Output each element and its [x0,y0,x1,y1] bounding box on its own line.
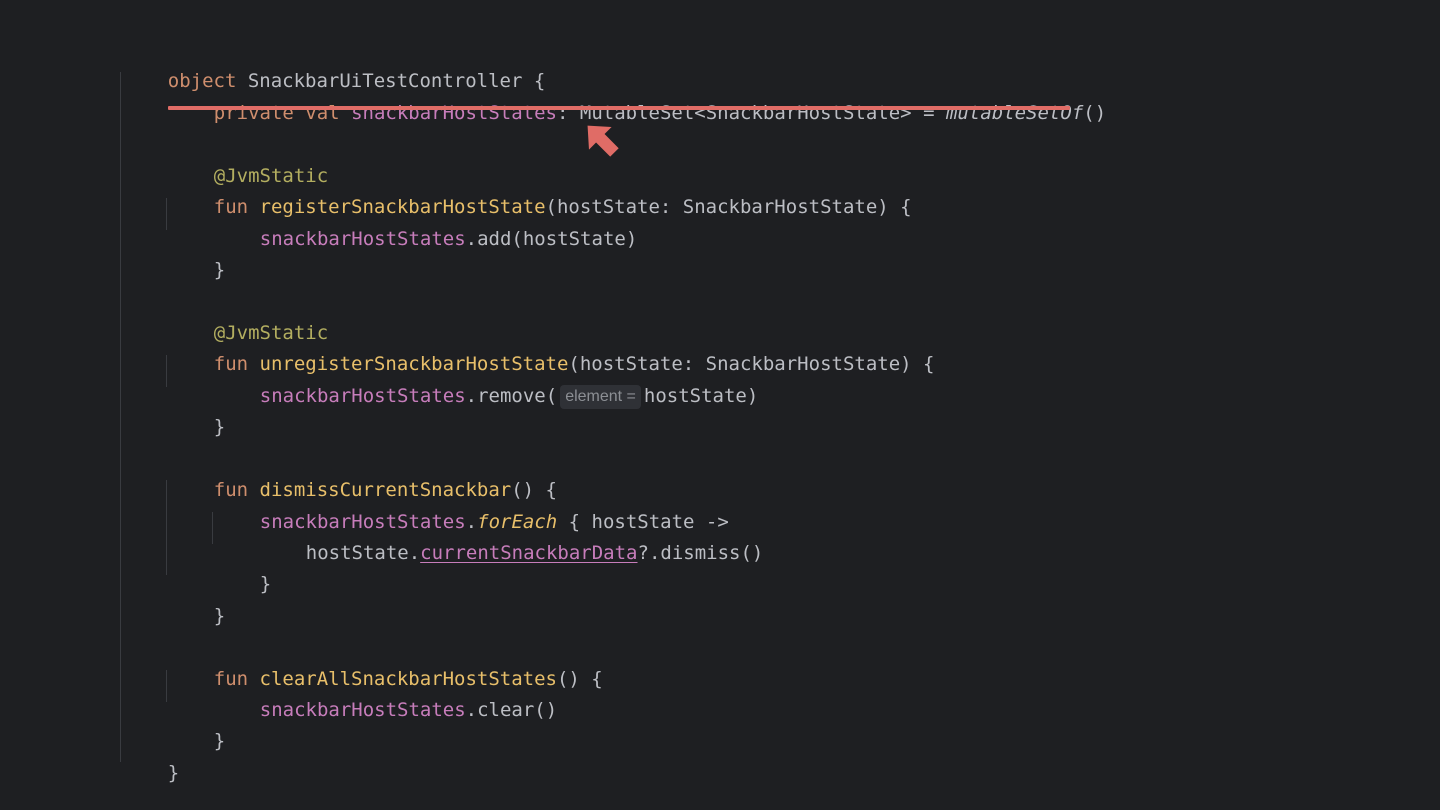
code-line-13: hostState.currentSnackbarData?.dismiss() [260,514,764,564]
code-line-3: @JvmStatic [168,137,328,187]
indent-guide [166,198,167,230]
parens: () [1083,102,1107,124]
call: ?.dismiss() [637,542,764,564]
code-line-11: fun dismissCurrentSnackbar() { [168,451,557,501]
argument: hostState) [643,385,759,407]
indent-guide [212,512,213,544]
property-name: snackbarHostStates [259,385,466,407]
code-editor[interactable]: object SnackbarUiTestController { privat… [0,0,1440,810]
code-line-7: @JvmStatic [168,294,328,344]
code-line-8: fun unregisterSnackbarHostState(hostStat… [168,325,935,375]
arrow-pointer-icon [587,125,619,157]
property-link[interactable]: currentSnackbarData [420,542,637,564]
brace: } [213,605,226,627]
brace: } [259,573,272,595]
brace: } [213,730,226,752]
indent-guide [166,670,167,702]
call: .add(hostState) [465,228,638,250]
code-line-19: } [122,734,179,784]
brace: } [213,259,226,281]
code-line-1: object SnackbarUiTestController { [122,42,546,92]
parameter-hint: element = [560,384,641,409]
code-line-14: } [214,545,271,595]
code-line-6: } [168,231,225,281]
code-line-10: } [168,388,225,438]
indent-guide [120,72,121,762]
receiver: hostState. [305,542,421,564]
brace: } [213,416,226,438]
call: .remove( [465,385,558,407]
brace: } [167,762,180,784]
highlight-underline [168,106,1070,110]
code-line-16: fun clearAllSnackbarHostStates() { [168,640,603,690]
code-line-5: snackbarHostStates.add(hostState) [214,200,638,250]
code-line-17: snackbarHostStates.clear() [214,671,557,721]
property-name: snackbarHostStates [259,699,466,721]
code-line-12: snackbarHostStates.forEach { hostState -… [214,483,729,533]
indent-guide [166,480,167,575]
property-name: snackbarHostStates [259,228,466,250]
code-line-18: } [168,702,225,752]
indent-guide [166,355,167,387]
code-line-15: } [168,577,225,627]
code-line-4: fun registerSnackbarHostState(hostState:… [168,168,912,218]
params: () { [556,668,603,690]
code-line-2: private val snackbarHostStates: MutableS… [168,74,1106,124]
call: .clear() [465,699,558,721]
code-line-9: snackbarHostStates.remove(element = hostS… [214,357,758,409]
